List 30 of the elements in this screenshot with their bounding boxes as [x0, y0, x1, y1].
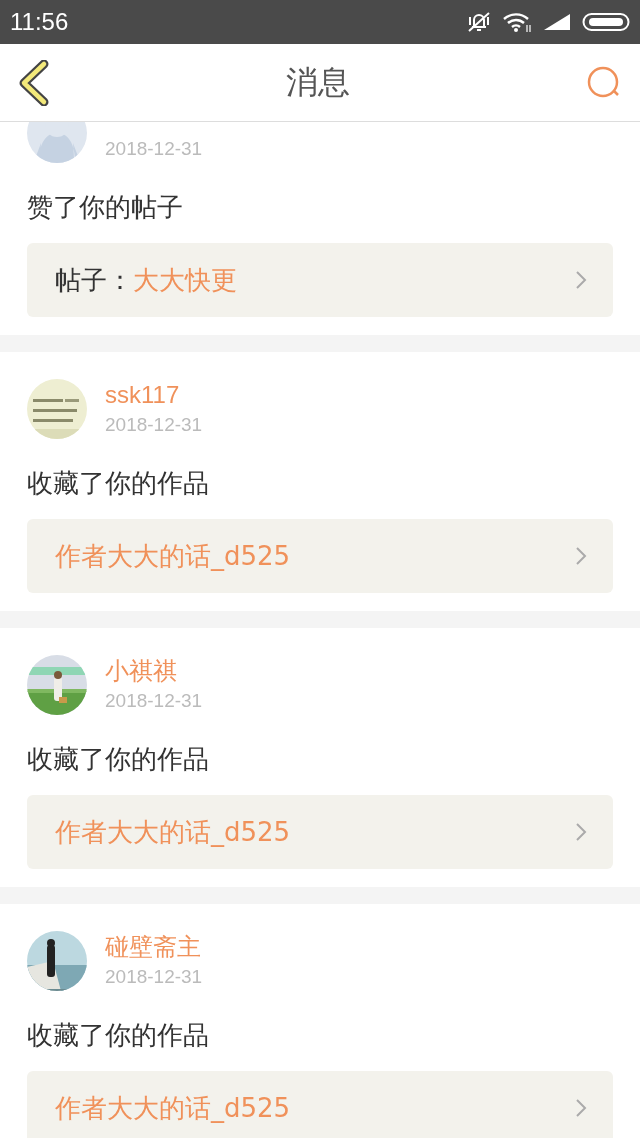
message-text: 收藏了你的作品: [27, 467, 209, 500]
message-date: 2018-12-31: [105, 965, 203, 989]
mute-icon: [466, 11, 492, 33]
target-link[interactable]: 作者大大的话_d525: [27, 519, 613, 593]
target-label: 帖子：: [55, 263, 133, 297]
target-title: 作者大大的话_d525: [55, 815, 291, 849]
chevron-icon: [575, 546, 587, 566]
page-title: 消息: [285, 61, 350, 103]
target-title: 大大快更: [133, 263, 237, 297]
message-text: 收藏了你的作品: [27, 743, 209, 776]
target-link[interactable]: 作者大大的话_d525: [27, 1071, 613, 1138]
wifi-icon: [502, 11, 532, 33]
target-link[interactable]: 作者大大的话_d525: [27, 795, 613, 869]
message-date: 2018-12-31: [105, 413, 203, 437]
chevron-icon: [575, 270, 587, 290]
target-title: 作者大大的话_d525: [55, 1091, 291, 1125]
user-name[interactable]: 碰壁斋主: [105, 931, 201, 963]
battery-icon: [582, 12, 630, 32]
message-text: 收藏了你的作品: [27, 1019, 209, 1052]
chevron-icon: [575, 822, 587, 842]
target-title: 作者大大的话_d525: [55, 539, 291, 573]
user-name[interactable]: 小祺祺: [105, 655, 177, 687]
chevron-icon: [575, 1098, 587, 1118]
target-link[interactable]: 帖子：大大快更: [27, 243, 613, 317]
message-date: 2018-12-31: [105, 137, 203, 161]
user-name[interactable]: ssk117: [105, 379, 180, 411]
message-text: 赞了你的帖子: [27, 191, 183, 224]
status-time: 11:56: [10, 8, 69, 36]
signal-icon: [542, 12, 572, 32]
message-date: 2018-12-31: [105, 689, 203, 713]
